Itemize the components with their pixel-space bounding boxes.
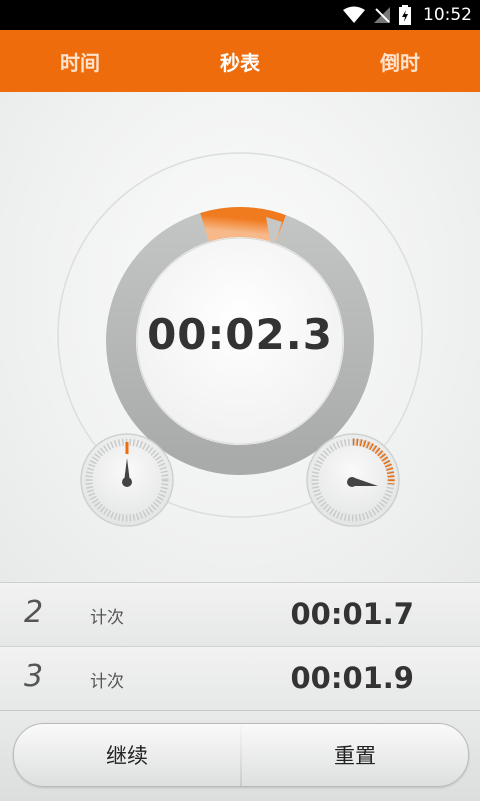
tab-stopwatch[interactable]: 秒表 [160, 30, 320, 92]
tab-bar: 时间 秒表 倒时 [0, 30, 480, 92]
lap-number: 3 [24, 659, 44, 694]
no-signal-icon [374, 7, 390, 23]
status-bar: 10:52 [0, 0, 480, 30]
control-button-group: 继续 重置 [13, 723, 469, 787]
lap-row: 3 计次 00:01.9 [0, 646, 480, 710]
lap-label: 计次 [90, 608, 124, 628]
lap-time: 00:01.9 [290, 661, 414, 695]
second-subdial [306, 433, 400, 527]
minute-subdial [80, 433, 174, 527]
control-bar: 继续 重置 [0, 710, 480, 801]
lap-number: 2 [24, 595, 44, 630]
lap-time: 00:01.7 [290, 597, 414, 631]
resume-button[interactable]: 继续 [14, 724, 240, 786]
lap-row: 2 计次 00:01.7 [0, 582, 480, 646]
battery-charging-icon [399, 5, 411, 25]
wifi-icon [343, 6, 365, 23]
tab-countdown[interactable]: 倒时 [320, 30, 480, 92]
lap-list[interactable]: 2 计次 00:01.7 3 计次 00:01.9 [0, 582, 480, 710]
tab-clock[interactable]: 时间 [0, 30, 160, 92]
reset-button[interactable]: 重置 [242, 724, 468, 786]
status-time: 10:52 [423, 5, 472, 25]
status-icons: 10:52 [343, 0, 472, 30]
lap-label: 计次 [90, 672, 124, 692]
elapsed-time: 00:02.3 [147, 310, 333, 359]
